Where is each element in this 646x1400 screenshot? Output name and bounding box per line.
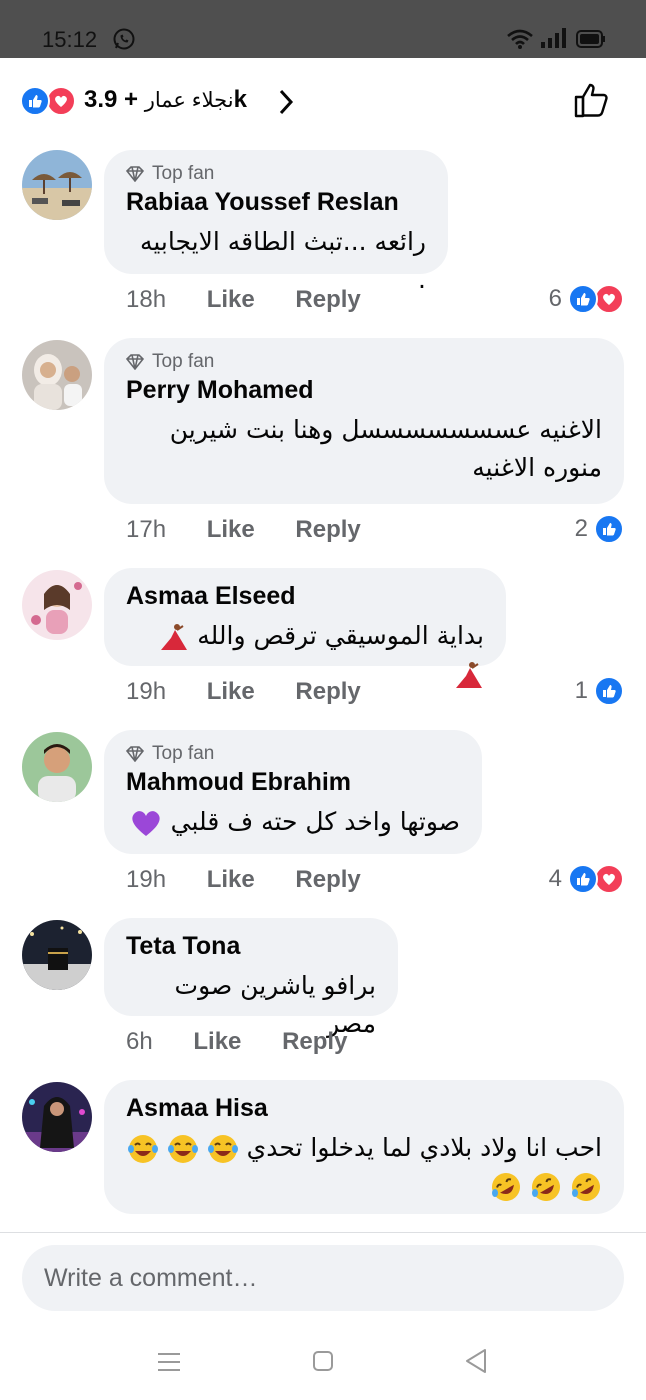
reply-button[interactable]: Reply xyxy=(295,286,360,313)
top-fan-label: Top fan xyxy=(152,163,215,184)
comment-text: احب انا ولاد بلادي لما يدخلوا تحدي xyxy=(126,1129,602,1205)
comment-author[interactable]: Rabiaa Youssef Reslan xyxy=(126,188,426,217)
comment-input[interactable] xyxy=(22,1245,624,1311)
comment-time: 6h xyxy=(126,1028,153,1055)
status-time: 15:12 xyxy=(42,27,98,52)
reactions-header[interactable]: نجلاء عمار + 3.9k xyxy=(0,58,646,142)
tears-of-joy-emoji-icon xyxy=(167,1135,198,1163)
avatar[interactable] xyxy=(22,150,92,220)
reaction-count: 2 xyxy=(574,515,588,542)
avatar[interactable] xyxy=(22,570,92,640)
rofl-emoji-icon xyxy=(572,1173,600,1201)
like-icon xyxy=(594,514,624,544)
diamond-icon xyxy=(126,354,144,370)
avatar[interactable] xyxy=(22,920,92,990)
back-icon[interactable] xyxy=(464,1348,488,1374)
reaction-count: 4 xyxy=(548,865,562,892)
home-icon[interactable] xyxy=(312,1350,334,1372)
comment-reactions[interactable]: 6 xyxy=(549,284,624,314)
comment-actions: 18h Like Reply xyxy=(126,286,395,314)
comment-bubble[interactable]: Top fan Mahmoud Ebrahim صوتها واخد كل حت… xyxy=(104,730,482,854)
comment-time: 17h xyxy=(126,516,167,543)
tears-of-joy-emoji-icon xyxy=(127,1135,158,1163)
comment-text-content: بداية الموسيقي ترقص والله xyxy=(197,621,484,650)
top-fan-badge: Top fan xyxy=(126,162,426,186)
rofl-emoji-icon xyxy=(532,1173,561,1201)
comment-author[interactable]: Asmaa Hisa xyxy=(126,1094,602,1123)
reply-button[interactable]: Reply xyxy=(295,678,360,705)
top-fan-label: Top fan xyxy=(152,743,215,764)
like-button[interactable]: Like xyxy=(207,286,255,313)
diamond-icon xyxy=(126,746,144,762)
reply-button[interactable]: Reply xyxy=(295,866,360,893)
top-fan-badge: Top fan xyxy=(126,742,460,766)
love-icon xyxy=(594,284,624,314)
status-bar: 15:12 xyxy=(0,0,646,58)
avatar[interactable] xyxy=(22,732,92,802)
like-reaction-icon xyxy=(20,86,50,116)
like-button[interactable]: Like xyxy=(207,866,255,893)
comment-bubble[interactable]: Top fan Perry Mohamed الاغنيه عسسسسسسسل … xyxy=(104,338,624,504)
system-nav-bar xyxy=(0,1332,646,1400)
comment-actions: 19h Like Reply xyxy=(126,866,395,894)
reactor-name: نجلاء عمار xyxy=(144,89,234,112)
battery-icon xyxy=(576,30,605,48)
comment-author[interactable]: Perry Mohamed xyxy=(126,376,602,405)
rofl-emoji-icon xyxy=(492,1173,521,1201)
avatar[interactable] xyxy=(22,1082,92,1152)
recent-apps-icon[interactable] xyxy=(156,1350,182,1374)
like-button-icon[interactable] xyxy=(572,80,612,120)
dancer-emoji-icon xyxy=(456,662,482,688)
signal-icon xyxy=(541,28,566,48)
comment-time: 19h xyxy=(126,866,167,893)
comment-time: 18h xyxy=(126,286,167,313)
like-button[interactable]: Like xyxy=(207,516,255,543)
comment-text: الاغنيه عسسسسسسسل وهنا بنت شيرين منوره ا… xyxy=(169,415,602,482)
comment-time: 19h xyxy=(126,678,167,705)
top-fan-badge: Top fan xyxy=(126,350,602,374)
whatsapp-icon xyxy=(113,28,135,50)
dancer-emoji-icon xyxy=(161,624,188,650)
comment-author[interactable]: Asmaa Elseed xyxy=(126,582,484,611)
tears-of-joy-emoji-icon xyxy=(207,1135,238,1163)
love-reaction-icon xyxy=(46,86,76,116)
comment-bubble[interactable]: Asmaa Elseed بداية الموسيقي ترقص والله xyxy=(104,568,506,688)
comment-author[interactable]: Teta Tona xyxy=(126,932,376,961)
comment-bubble[interactable]: Top fan Rabiaa Youssef Reslan رائعه ...ت… xyxy=(104,150,448,294)
diamond-icon xyxy=(126,166,144,182)
comment-text: صوتها واخد كل حته ف قلبي xyxy=(126,803,460,841)
like-icon xyxy=(594,676,624,706)
top-fan-label: Top fan xyxy=(152,351,215,372)
reactions-summary[interactable]: نجلاء عمار + 3.9k xyxy=(84,86,247,114)
comment-author[interactable]: Mahmoud Ebrahim xyxy=(126,768,460,797)
comment-bubble[interactable]: Asmaa Hisa احب انا ولاد بلادي لما يدخلوا… xyxy=(104,1080,624,1214)
like-icon xyxy=(568,864,598,894)
like-button[interactable]: Like xyxy=(193,1028,241,1055)
like-button[interactable]: Like xyxy=(207,678,255,705)
comment-reactions[interactable]: 2 xyxy=(575,514,624,544)
comment-actions: 19h Like Reply xyxy=(126,678,395,706)
reply-button[interactable]: Reply xyxy=(282,1028,347,1055)
comment-actions: 6h Like Reply xyxy=(126,1028,381,1056)
reaction-count: 1 xyxy=(574,677,588,704)
reaction-count: 6 xyxy=(548,285,562,312)
purple-heart-emoji-icon xyxy=(132,811,160,836)
comment-actions: 17h Like Reply xyxy=(126,516,395,544)
reply-button[interactable]: Reply xyxy=(295,516,360,543)
love-icon xyxy=(594,864,624,894)
comment-reactions[interactable]: 4 xyxy=(549,864,624,894)
comment-bubble[interactable]: Teta Tona برافو ياشرين صوت مصر xyxy=(104,918,398,1038)
comment-composer xyxy=(0,1232,646,1332)
wifi-icon xyxy=(507,29,533,49)
comment-text-content: صوتها واخد كل حته ف قلبي xyxy=(170,807,460,836)
avatar[interactable] xyxy=(22,340,92,410)
like-icon xyxy=(568,284,598,314)
chevron-right-icon[interactable] xyxy=(276,88,296,116)
comment-text-content: احب انا ولاد بلادي لما يدخلوا تحدي xyxy=(246,1133,602,1162)
comment-reactions[interactable]: 1 xyxy=(575,676,624,706)
